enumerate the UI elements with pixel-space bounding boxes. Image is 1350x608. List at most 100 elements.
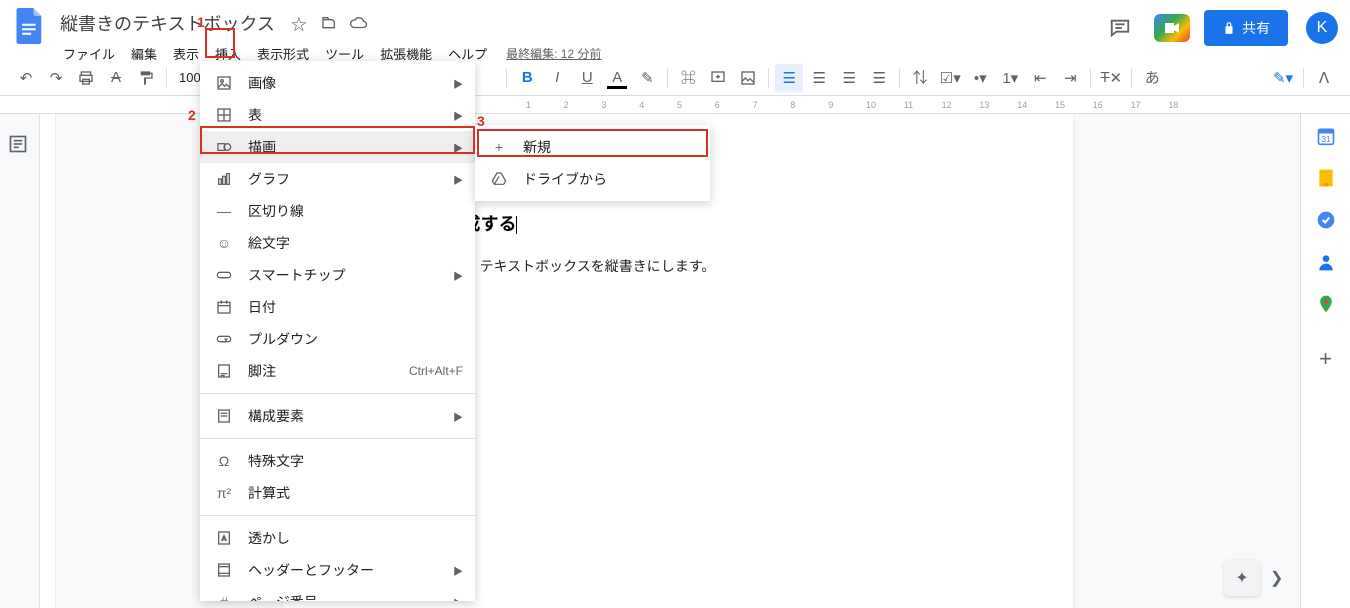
- menu-item-label: 描画: [248, 137, 453, 157]
- line-spacing-icon[interactable]: ⇅: [906, 64, 934, 92]
- numbered-list-icon[interactable]: 1▾: [996, 64, 1024, 92]
- insert-menu-item[interactable]: 描画▶: [200, 131, 475, 163]
- ruler-tick: 9: [828, 100, 833, 110]
- chip-icon: [214, 267, 234, 283]
- addons-plus-icon[interactable]: +: [1319, 346, 1332, 372]
- svg-text:31: 31: [1321, 134, 1331, 144]
- insert-menu-item[interactable]: 脚注Ctrl+Alt+F: [200, 355, 475, 387]
- ruler-tick: 5: [677, 100, 682, 110]
- submenu-arrow-icon: ▶: [453, 595, 463, 602]
- share-button[interactable]: 共有: [1204, 10, 1288, 46]
- insert-menu-item[interactable]: 画像▶: [200, 67, 475, 99]
- submenu-arrow-icon: ▶: [453, 563, 463, 578]
- align-center-icon[interactable]: ☰: [805, 64, 833, 92]
- ruler-tick: 13: [979, 100, 989, 110]
- insert-menu-item[interactable]: ヘッダーとフッター▶: [200, 554, 475, 586]
- spellcheck-icon[interactable]: A: [102, 64, 130, 92]
- avatar[interactable]: K: [1306, 12, 1338, 44]
- side-panel-chevron-icon[interactable]: ❯: [1270, 568, 1290, 588]
- chart-icon: [214, 171, 234, 187]
- comment-history-icon[interactable]: [1100, 8, 1140, 48]
- left-margin: [0, 114, 40, 608]
- menu-item-label: 特殊文字: [248, 451, 463, 471]
- ruler-tick: 15: [1055, 100, 1065, 110]
- redo-icon[interactable]: ↷: [42, 64, 70, 92]
- ruler-tick: 3: [601, 100, 606, 110]
- undo-icon[interactable]: ↶: [12, 64, 40, 92]
- keep-icon[interactable]: [1316, 168, 1336, 188]
- insert-link-icon[interactable]: ⌘: [674, 64, 702, 92]
- tasks-icon[interactable]: [1316, 210, 1336, 230]
- print-icon[interactable]: [72, 64, 100, 92]
- header: 縦書きのテキストボックス ☆ ファイル 編集 表示 挿入 表示形式 ツール 拡張…: [0, 0, 1350, 60]
- cloud-status-icon[interactable]: [349, 13, 369, 33]
- clear-format-icon[interactable]: T✕: [1097, 64, 1125, 92]
- outline-toggle-icon[interactable]: [8, 134, 32, 158]
- paint-format-icon[interactable]: [132, 64, 160, 92]
- annotation-3: 3: [477, 113, 485, 129]
- insert-comment-icon[interactable]: [704, 64, 732, 92]
- submenu-arrow-icon: ▶: [453, 140, 463, 155]
- editing-mode-icon[interactable]: ✎▾: [1269, 64, 1297, 92]
- insert-menu-item[interactable]: 日付: [200, 291, 475, 323]
- bulleted-list-icon[interactable]: •▾: [966, 64, 994, 92]
- insert-menu-item[interactable]: A透かし: [200, 522, 475, 554]
- menu-item-label: 日付: [248, 297, 463, 317]
- insert-menu-item[interactable]: Ω特殊文字: [200, 445, 475, 477]
- insert-menu-item[interactable]: 表▶: [200, 99, 475, 131]
- ime-icon[interactable]: あ: [1138, 64, 1166, 92]
- bold-icon[interactable]: B: [513, 64, 541, 92]
- italic-icon[interactable]: I: [543, 64, 571, 92]
- star-icon[interactable]: ☆: [289, 13, 309, 33]
- blocks-icon: [214, 408, 234, 424]
- insert-menu-item[interactable]: π²計算式: [200, 477, 475, 509]
- ruler-tick: 10: [866, 100, 876, 110]
- pi-icon: π²: [214, 485, 234, 501]
- increase-indent-icon[interactable]: ⇥: [1056, 64, 1084, 92]
- menu-item-label: 区切り線: [248, 201, 463, 221]
- menu-item-label: 絵文字: [248, 233, 463, 253]
- submenu-item-label: 新規: [523, 137, 698, 157]
- contacts-icon[interactable]: [1316, 252, 1336, 272]
- side-panel: 31 +: [1300, 114, 1350, 608]
- highlight-icon[interactable]: ✎: [633, 64, 661, 92]
- docs-logo-icon[interactable]: [12, 8, 48, 44]
- submenu-arrow-icon: ▶: [453, 172, 463, 187]
- underline-icon[interactable]: U: [573, 64, 601, 92]
- text-color-icon[interactable]: A: [603, 64, 631, 92]
- insert-menu-item[interactable]: 構成要素▶: [200, 400, 475, 432]
- vertical-ruler[interactable]: [40, 114, 56, 608]
- insert-image-icon[interactable]: [734, 64, 762, 92]
- align-left-icon[interactable]: ☰: [775, 64, 803, 92]
- menu-item-label: 透かし: [248, 528, 463, 548]
- calendar-icon[interactable]: 31: [1316, 126, 1336, 146]
- drawing-submenu-item[interactable]: ドライブから: [475, 163, 710, 195]
- explore-icon[interactable]: ✦: [1224, 560, 1260, 596]
- annotation-2: 2: [188, 107, 196, 123]
- move-icon[interactable]: [319, 13, 339, 33]
- insert-menu-item[interactable]: スマートチップ▶: [200, 259, 475, 291]
- insert-menu-item[interactable]: ☺絵文字: [200, 227, 475, 259]
- insert-menu-item[interactable]: プルダウン: [200, 323, 475, 355]
- submenu-item-label: ドライブから: [523, 169, 698, 189]
- align-right-icon[interactable]: ☰: [835, 64, 863, 92]
- maps-icon[interactable]: [1316, 294, 1336, 314]
- insert-menu-item[interactable]: グラフ▶: [200, 163, 475, 195]
- ruler-tick: 14: [1017, 100, 1027, 110]
- document-title[interactable]: 縦書きのテキストボックス: [56, 8, 279, 38]
- submenu-arrow-icon: ▶: [453, 268, 463, 283]
- align-justify-icon[interactable]: ☰: [865, 64, 893, 92]
- decrease-indent-icon[interactable]: ⇤: [1026, 64, 1054, 92]
- ruler-tick: 6: [715, 100, 720, 110]
- drawing-submenu-item[interactable]: + 新規: [475, 131, 710, 163]
- meet-icon[interactable]: [1152, 8, 1192, 48]
- ruler-tick: 16: [1093, 100, 1103, 110]
- insert-menu-item[interactable]: — 区切り線: [200, 195, 475, 227]
- insert-menu-item[interactable]: #ページ番号▶: [200, 586, 475, 601]
- hide-menus-icon[interactable]: ᐱ: [1310, 64, 1338, 92]
- submenu-arrow-icon: ▶: [453, 108, 463, 123]
- checklist-icon[interactable]: ☑▾: [936, 64, 964, 92]
- ruler-tick: 18: [1168, 100, 1178, 110]
- hr-icon: —: [214, 203, 234, 219]
- plus-icon: +: [489, 139, 509, 155]
